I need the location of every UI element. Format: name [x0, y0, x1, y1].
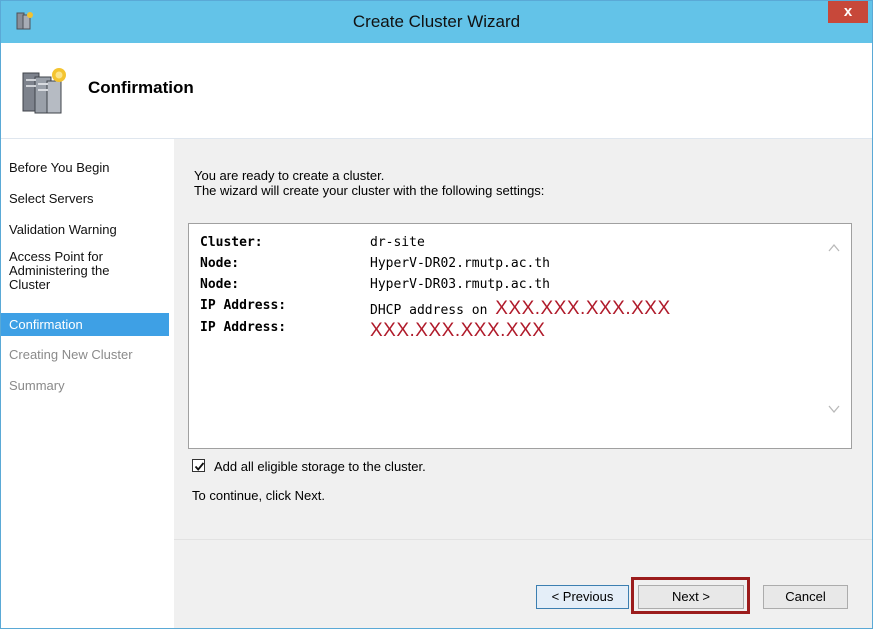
setting-label: Node: [200, 256, 240, 271]
setting-value: HyperV-DR02.rmutp.ac.th [370, 256, 551, 271]
scroll-up-icon[interactable] [827, 241, 841, 255]
add-storage-checkbox[interactable] [192, 459, 205, 472]
title-bar: Create Cluster Wizard x [1, 1, 872, 43]
checkmark-icon [194, 462, 205, 471]
sidebar-item-access-point[interactable]: Access Point for Administering the Clust… [1, 250, 151, 292]
scroll-down-icon[interactable] [827, 402, 841, 416]
setting-value: HyperV-DR03.rmutp.ac.th [370, 277, 551, 292]
cluster-icon [17, 63, 73, 119]
setting-label: Node: [200, 277, 240, 292]
setting-value: DHCP address on XXX.XXX.XXX.XXX [370, 298, 671, 320]
add-storage-label[interactable]: Add all eligible storage to the cluster. [214, 459, 426, 474]
setting-label: Cluster: [200, 235, 263, 250]
sidebar-item-validation-warning[interactable]: Validation Warning [1, 223, 169, 237]
cancel-button[interactable]: Cancel [763, 585, 848, 609]
dhcp-prefix-text: DHCP address on [370, 303, 496, 318]
wizard-window: Create Cluster Wizard x Confirmation Bef… [0, 0, 873, 629]
intro-text: You are ready to create a cluster. The w… [194, 168, 544, 198]
sidebar-item-select-servers[interactable]: Select Servers [1, 192, 169, 206]
button-bar: < Previous Next > Cancel [174, 539, 872, 628]
sidebar-item-before-you-begin[interactable]: Before You Begin [1, 161, 169, 175]
main-content: You are ready to create a cluster. The w… [174, 139, 872, 628]
window-title: Create Cluster Wizard [352, 12, 521, 31]
setting-value: dr-site [370, 235, 425, 250]
close-button[interactable]: x [828, 1, 868, 23]
redacted-ip: XXX.XXX.XXX.XXX [370, 320, 546, 341]
settings-summary-box[interactable]: Cluster: dr-site Node: HyperV-DR02.rmutp… [188, 223, 852, 449]
sidebar-item-creating-new-cluster: Creating New Cluster [9, 347, 133, 362]
intro-line-2: The wizard will create your cluster with… [194, 183, 545, 198]
redacted-ip: XXX.XXX.XXX.XXX [495, 298, 671, 319]
setting-label: IP Address: [200, 298, 287, 313]
setting-value: XXX.XXX.XXX.XXX [370, 320, 545, 342]
close-icon: x [843, 3, 853, 20]
wizard-header: Confirmation [1, 43, 872, 139]
sidebar-item-summary: Summary [9, 378, 65, 393]
setting-label: IP Address: [200, 320, 287, 335]
continue-instruction: To continue, click Next. [192, 488, 325, 503]
page-title: Confirmation [88, 78, 194, 97]
previous-button[interactable]: < Previous [536, 585, 629, 609]
intro-line-1: You are ready to create a cluster. [194, 168, 385, 183]
next-button[interactable]: Next > [638, 585, 744, 609]
sidebar-item-confirmation[interactable]: Confirmation [1, 313, 169, 336]
wizard-steps-sidebar: Before You Begin Select Servers Validati… [1, 139, 173, 628]
